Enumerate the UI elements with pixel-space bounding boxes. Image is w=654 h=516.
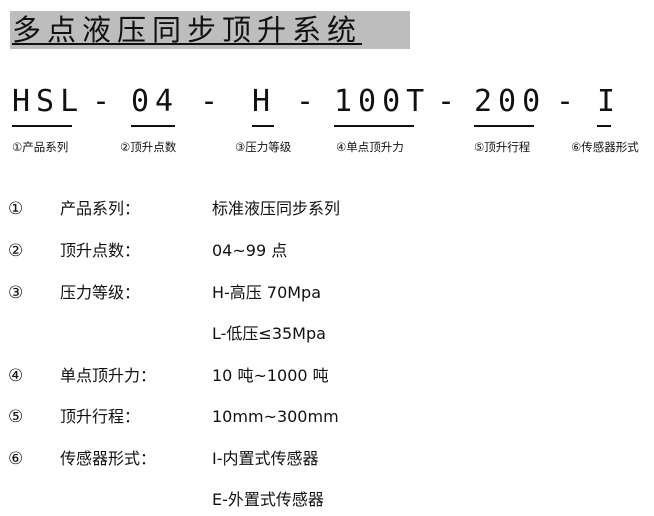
model-code-underline (334, 125, 414, 127)
spec-row-pressure-low: L-低压≤35Mpa (0, 321, 654, 347)
spec-label: 传感器形式： (60, 449, 157, 468)
spec-number: ④ (8, 366, 24, 386)
spec-value: 10 吨~1000 吨 (212, 366, 329, 385)
model-code-sensor: I (597, 84, 622, 119)
spec-number: ③ (8, 283, 24, 303)
model-code-separator: - (296, 84, 315, 119)
spec-number: ⑥ (8, 449, 24, 469)
page-title: 多点液压同步顶升系统 (12, 13, 363, 47)
model-code-separator: - (556, 84, 575, 119)
spec-value: 10mm~300mm (212, 407, 339, 426)
model-code-stroke: 200 (474, 84, 547, 119)
spec-row-stroke: ⑤ 顶升行程： 10mm~300mm (0, 404, 654, 430)
model-code-underline (131, 125, 175, 127)
spec-row-series: ① 产品系列： 标准液压同步系列 (0, 196, 654, 222)
model-code-underline (474, 125, 534, 127)
caption-series: ①产品系列 (12, 140, 69, 154)
spec-value: H-高压 70Mpa (212, 283, 322, 302)
caption-force: ④单点顶升力 (336, 140, 404, 154)
spec-label: 顶升点数： (60, 241, 141, 260)
caption-sensor: ⑥传感器形式 (571, 140, 639, 154)
spec-label: 顶升行程： (60, 407, 141, 426)
model-code-points: 04 (131, 84, 180, 119)
spec-number: ① (8, 199, 24, 219)
model-code-separator: - (200, 84, 219, 119)
model-code-underline (252, 125, 274, 127)
spec-value: 标准液压同步系列 (212, 199, 341, 218)
caption-stroke: ⑤顶升行程 (474, 140, 531, 154)
spec-label: 单点顶升力： (60, 366, 157, 385)
model-code-force: 100T (334, 84, 431, 119)
model-code-separator: - (437, 84, 456, 119)
spec-value: L-低压≤35Mpa (212, 324, 326, 343)
spec-row-sensor: ⑥ 传感器形式： I-内置式传感器 (0, 446, 654, 472)
spec-row-points: ② 顶升点数： 04~99 点 (0, 238, 654, 264)
spec-value: E-外置式传感器 (212, 490, 324, 509)
spec-number: ② (8, 241, 24, 261)
spec-row-sensor-external: E-外置式传感器 (0, 487, 654, 513)
spec-label: 压力等级： (60, 283, 141, 302)
model-code-separator: - (92, 84, 111, 119)
caption-points: ②顶升点数 (120, 140, 177, 154)
spec-row-force: ④ 单点顶升力： 10 吨~1000 吨 (0, 363, 654, 389)
model-code-pressure: H (252, 84, 277, 119)
spec-label: 产品系列： (60, 199, 141, 218)
model-code-underline (12, 125, 72, 127)
spec-value: I-内置式传感器 (212, 449, 319, 468)
caption-pressure: ③压力等级 (235, 140, 292, 154)
spec-number: ⑤ (8, 407, 24, 427)
model-code-series: HSL (12, 84, 85, 119)
model-code-underline (597, 125, 611, 127)
spec-row-pressure: ③ 压力等级： H-高压 70Mpa (0, 280, 654, 306)
spec-value: 04~99 点 (212, 241, 288, 260)
